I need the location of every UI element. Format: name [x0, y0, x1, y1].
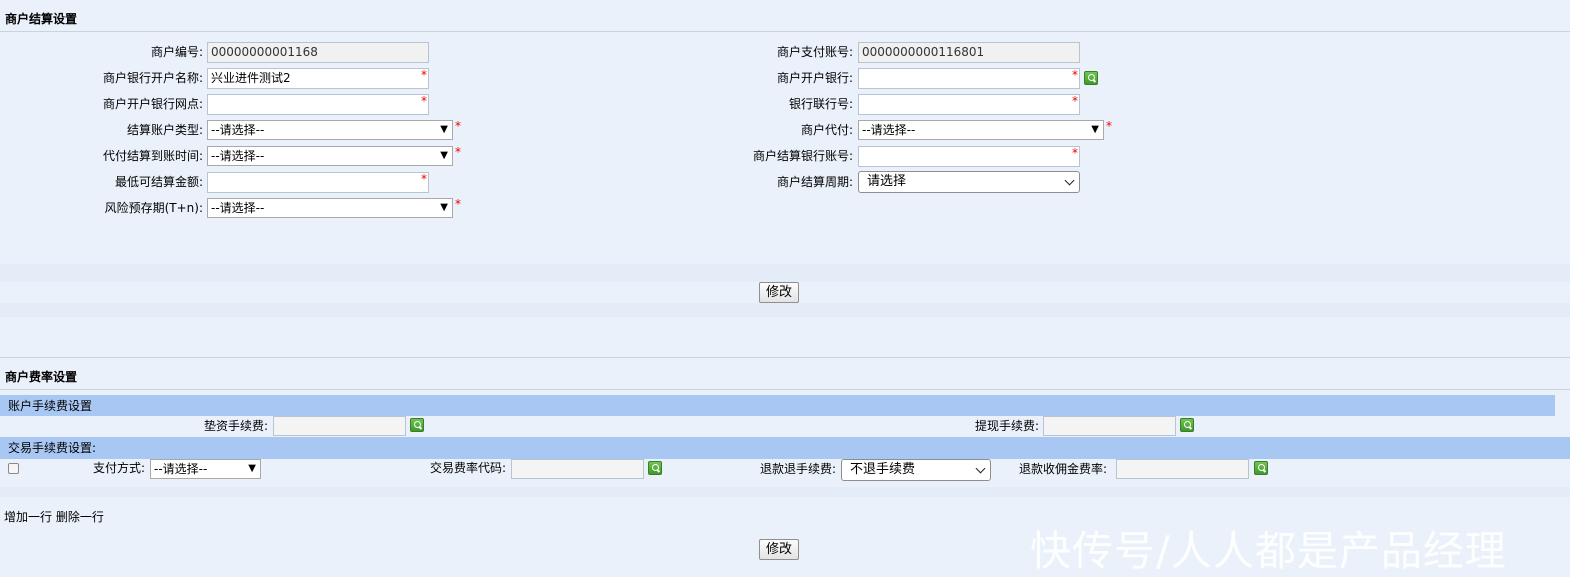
bank-branch-field[interactable] [207, 94, 429, 115]
bank-account-name-field[interactable]: 兴业进件测试2 [207, 68, 429, 89]
rate-code-field[interactable] [511, 459, 644, 479]
search-icon[interactable] [1254, 461, 1268, 475]
chevron-down-icon [1064, 175, 1075, 186]
search-icon[interactable] [410, 418, 424, 432]
advance-fee-field[interactable] [273, 416, 406, 436]
divider [0, 31, 1570, 32]
refund-fee-label: 退款退手续费: [759, 462, 836, 476]
settlement-section-title: 商户结算设置 [5, 12, 78, 26]
settlement-modify-button[interactable]: 修改 [759, 282, 800, 303]
settlement-cycle-value: 请选择 [867, 174, 907, 189]
dropdown-arrow-icon: ▼ [440, 202, 448, 213]
row-band [0, 303, 1570, 317]
bank-account-name-label: 商户银行开户名称: [102, 71, 203, 85]
fee-modify-button[interactable]: 修改 [759, 539, 800, 560]
risk-period-select[interactable]: --请选择-- ▼ [207, 198, 453, 218]
payout-time-select[interactable]: --请选择-- ▼ [207, 146, 453, 166]
bank-code-label: 银行联行号: [788, 97, 853, 111]
payout-time-label: 代付结算到账时间: [102, 149, 203, 163]
search-icon[interactable] [648, 461, 662, 475]
add-row-link[interactable]: 增加一行 [4, 510, 52, 524]
open-bank-label: 商户开户银行: [776, 71, 853, 85]
settlement-account-label: 商户结算银行账号: [752, 149, 853, 163]
min-amount-field[interactable] [207, 172, 429, 193]
row-checkbox[interactable] [8, 463, 19, 474]
risk-period-value: --请选择-- [211, 201, 265, 215]
withdraw-fee-field[interactable] [1043, 416, 1176, 436]
row-band [0, 264, 1570, 282]
required-mark: * [1106, 119, 1112, 133]
required-mark: * [421, 68, 427, 82]
required-mark: * [1072, 68, 1078, 82]
pay-method-select[interactable]: --请选择-- ▼ [150, 459, 261, 479]
dropdown-arrow-icon: ▼ [248, 463, 256, 474]
refund-commission-field[interactable] [1116, 459, 1249, 479]
merchant-payout-value: --请选择-- [862, 123, 916, 137]
dropdown-arrow-icon: ▼ [1091, 124, 1099, 135]
refund-fee-value: 不退手续费 [850, 462, 916, 477]
merchant-payout-label: 商户代付: [800, 123, 853, 137]
payout-time-value: --请选择-- [211, 149, 265, 163]
merchant-payout-select[interactable]: --请选择-- ▼ [858, 120, 1104, 140]
payment-account-field[interactable]: 0000000000116801 [858, 42, 1080, 63]
row-band [0, 487, 1570, 497]
payment-account-label: 商户支付账号: [776, 45, 853, 59]
required-mark: * [455, 119, 461, 133]
chevron-down-icon [975, 463, 986, 474]
required-mark: * [421, 172, 427, 186]
merchant-id-label: 商户编号: [150, 45, 203, 59]
account-fee-bar: 账户手续费设置 [0, 395, 1555, 416]
dropdown-arrow-icon: ▼ [440, 124, 448, 135]
refund-fee-select[interactable]: 不退手续费 [841, 459, 991, 481]
open-bank-field[interactable] [858, 68, 1080, 89]
trade-fee-bar: 交易手续费设置: [0, 437, 1570, 459]
merchant-id-field[interactable]: 00000000001168 [207, 42, 429, 63]
search-icon[interactable] [1180, 418, 1194, 432]
required-mark: * [1072, 94, 1078, 108]
watermark: 快传号/人人都是产品经理 [1030, 527, 1507, 575]
row-actions: 增加一行 删除一行 [4, 509, 104, 525]
bank-branch-label: 商户开户银行网点: [102, 97, 203, 111]
pay-method-label: 支付方式: [92, 461, 145, 475]
required-mark: * [455, 145, 461, 159]
pay-method-value: --请选择-- [154, 462, 208, 476]
settlement-cycle-label: 商户结算周期: [776, 175, 853, 189]
required-mark: * [1072, 146, 1078, 160]
settlement-cycle-select[interactable]: 请选择 [858, 171, 1080, 193]
divider [0, 389, 1570, 390]
account-type-select[interactable]: --请选择-- ▼ [207, 120, 453, 140]
refund-commission-label: 退款收佣金费率: [1018, 462, 1107, 476]
account-type-value: --请选择-- [211, 123, 265, 137]
delete-row-link[interactable]: 删除一行 [56, 510, 104, 524]
rate-code-label: 交易费率代码: [429, 461, 506, 475]
account-type-label: 结算账户类型: [126, 123, 203, 137]
settlement-account-field[interactable] [858, 146, 1080, 167]
required-mark: * [455, 197, 461, 211]
divider [0, 357, 1570, 358]
dropdown-arrow-icon: ▼ [440, 150, 448, 161]
withdraw-fee-label: 提现手续费: [974, 419, 1039, 433]
advance-fee-label: 垫资手续费: [203, 419, 268, 433]
fee-section-title: 商户费率设置 [5, 370, 78, 384]
bank-code-field[interactable] [858, 94, 1080, 115]
required-mark: * [421, 94, 427, 108]
min-amount-label: 最低可结算金额: [114, 175, 203, 189]
risk-period-label: 风险预存期(T+n): [104, 201, 203, 215]
search-icon[interactable] [1084, 71, 1098, 85]
